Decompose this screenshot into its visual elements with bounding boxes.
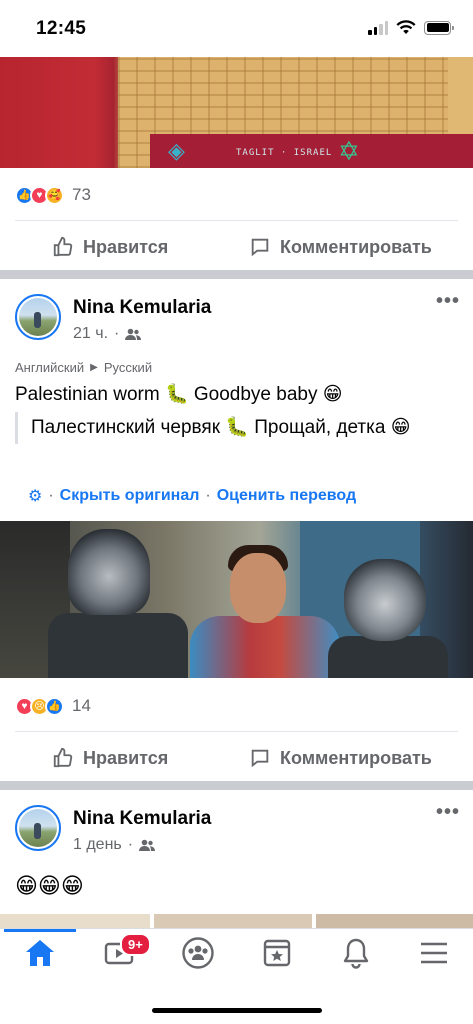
comment-icon: [251, 749, 269, 768]
wifi-icon: [396, 20, 416, 34]
avatar[interactable]: [15, 805, 61, 851]
post-photo[interactable]: [0, 521, 473, 678]
reaction-count: 14: [72, 696, 91, 715]
hide-original-link[interactable]: Скрыть оригинал: [60, 487, 200, 505]
friends-audience-icon: [125, 328, 142, 340]
menu-icon: [421, 942, 447, 964]
thumbs-up-icon: [53, 236, 73, 257]
like-reaction-icon: 👍: [45, 696, 64, 716]
post-photo-preview[interactable]: [0, 914, 473, 928]
translated-text: Палестинский червяк 🐛 Прощай, детка 😁: [15, 412, 460, 444]
author-name[interactable]: Nina Kemularia: [73, 808, 211, 830]
watch-badge: 9+: [120, 933, 151, 956]
like-button[interactable]: Нравится: [52, 747, 168, 769]
more-options-icon[interactable]: •••: [436, 801, 460, 824]
nav-groups[interactable]: [178, 935, 218, 971]
like-label: Нравится: [83, 747, 169, 768]
bell-icon: [343, 938, 369, 969]
author-name[interactable]: Nina Kemularia: [73, 297, 211, 319]
nav-notifications[interactable]: [336, 935, 376, 971]
marketplace-icon: [263, 939, 291, 967]
post-actions: Нравится Комментировать: [0, 733, 473, 783]
reactions-summary[interactable]: ♥ 😢 👍 14: [15, 694, 91, 718]
active-tab-indicator: [4, 929, 76, 932]
battery-icon: [424, 20, 454, 35]
translation-links: ⚙ · Скрыть оригинал · Оценить перевод: [28, 486, 357, 506]
reaction-count: 73: [72, 185, 91, 204]
comment-button[interactable]: Комментировать: [249, 747, 432, 769]
divider: [15, 220, 458, 221]
divider: [15, 731, 458, 732]
translation-languages: Английский ▶ Русский: [15, 360, 152, 375]
post-actions: Нравится Комментировать: [0, 222, 473, 272]
target-language: Русский: [103, 360, 153, 375]
post-time[interactable]: 1 день: [73, 836, 122, 854]
arrow-right-icon: ▶: [90, 362, 98, 373]
care-reaction-icon: 🥰: [45, 185, 64, 205]
post-image[interactable]: ◈ TAGLIT · ISRAEL ✡: [0, 57, 473, 168]
more-options-icon[interactable]: •••: [436, 290, 460, 313]
nav-menu[interactable]: [414, 935, 454, 971]
friends-audience-icon: [139, 839, 156, 851]
comment-button[interactable]: Комментировать: [249, 236, 432, 258]
source-language: Английский: [15, 360, 85, 375]
post-separator: [0, 270, 473, 279]
home-indicator[interactable]: [152, 1008, 322, 1013]
post-time[interactable]: 21 ч.: [73, 325, 108, 343]
post-separator: [0, 781, 473, 790]
status-bar: 12:45: [0, 0, 473, 57]
groups-icon: [182, 937, 214, 969]
comment-icon: [251, 238, 269, 257]
post-meta: 1 день ·: [73, 836, 156, 854]
post-text: 😁😁😁: [15, 873, 84, 898]
nav-marketplace[interactable]: [257, 935, 297, 971]
gear-icon[interactable]: ⚙: [28, 486, 42, 506]
like-label: Нравится: [83, 236, 169, 257]
post-header: Nina Kemularia 21 ч. · •••: [15, 290, 460, 354]
avatar[interactable]: [15, 294, 61, 340]
status-icons: [368, 20, 454, 35]
comment-label: Комментировать: [280, 236, 432, 257]
post-meta: 21 ч. ·: [73, 325, 142, 343]
nav-home[interactable]: [20, 935, 60, 971]
comment-label: Комментировать: [280, 747, 432, 768]
like-button[interactable]: Нравится: [52, 236, 168, 258]
rate-translation-link[interactable]: Оценить перевод: [217, 487, 356, 505]
reactions-summary[interactable]: 👍 ♥ 🥰 73: [15, 183, 91, 207]
thumbs-up-icon: [53, 747, 73, 768]
post-text: Palestinian worm 🐛 Goodbye baby 😁: [15, 384, 343, 405]
home-icon: [26, 940, 54, 966]
post-header: Nina Kemularia 1 день · •••: [15, 801, 460, 865]
status-time: 12:45: [36, 18, 87, 39]
cellular-signal-icon: [368, 20, 388, 35]
